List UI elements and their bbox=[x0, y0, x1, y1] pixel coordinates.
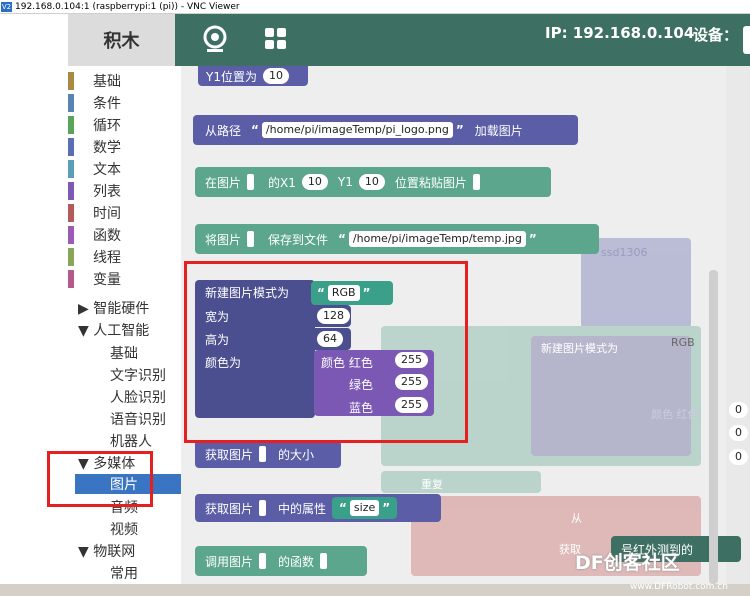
image-socket[interactable] bbox=[320, 553, 328, 569]
image-socket[interactable] bbox=[247, 231, 255, 247]
vnc-app-icon: V2 bbox=[1, 1, 12, 12]
top-navbar: IP: 192.168.0.104 设备： bbox=[175, 14, 750, 66]
image-socket[interactable] bbox=[259, 553, 267, 569]
tree-ai-ocr[interactable]: 文字识别 bbox=[110, 365, 166, 385]
ghost-new-mode: 新建图片模式为 bbox=[541, 342, 618, 355]
get-size-block[interactable]: 获取图片 的大小 bbox=[195, 440, 341, 468]
y1-value[interactable]: 10 bbox=[262, 68, 289, 84]
window-title: 192.168.0.104:1 (raspberrypi:1 (pi)) - V… bbox=[15, 1, 240, 12]
tree-ai[interactable]: ▼ 人工智能 bbox=[78, 320, 149, 340]
category-variable[interactable]: 变量 bbox=[68, 268, 121, 290]
watermark-brand: DF创客社区 bbox=[575, 552, 680, 574]
attr-field[interactable]: size bbox=[349, 500, 380, 516]
category-color-bar bbox=[68, 72, 74, 90]
tree-media-video[interactable]: 视频 bbox=[110, 519, 138, 539]
category-loop[interactable]: 循环 bbox=[68, 114, 121, 136]
image-socket[interactable] bbox=[472, 174, 480, 190]
category-condition[interactable]: 条件 bbox=[68, 92, 121, 114]
left-margin bbox=[0, 14, 68, 596]
tree-ai-face[interactable]: 人脸识别 bbox=[110, 387, 166, 407]
category-color-bar bbox=[68, 226, 74, 244]
tree-ai-speech[interactable]: 语音识别 bbox=[110, 409, 166, 429]
ghost-repeat-label: 重复 bbox=[421, 478, 443, 491]
category-panel: 基础 条件 循环 数学 文本 列表 时间 函数 线程 变量 ▶ 智能硬件 ▼ 人… bbox=[68, 66, 181, 596]
category-list[interactable]: 列表 bbox=[68, 180, 121, 202]
category-basic[interactable]: 基础 bbox=[68, 70, 121, 92]
ghost-color-red: 颜色 红色 bbox=[651, 408, 699, 421]
paste-x1-value[interactable]: 10 bbox=[301, 174, 328, 190]
highlight-new-image bbox=[184, 261, 468, 443]
load-image-block[interactable]: 从路径 “ /home/pi/imageTemp/pi_logo.png ” 加… bbox=[193, 115, 578, 145]
category-function[interactable]: 函数 bbox=[68, 224, 121, 246]
ghost-blue-value: 0 bbox=[729, 449, 748, 465]
save-image-block[interactable]: 将图片 保存到文件 “ /home/pi/imageTemp/temp.jpg … bbox=[195, 224, 599, 254]
blocks-title: 积木 bbox=[103, 31, 140, 52]
call-function-block[interactable]: 调用图片 的函数 bbox=[195, 546, 367, 576]
tree-ai-basic[interactable]: 基础 bbox=[110, 343, 138, 363]
category-color-bar bbox=[68, 94, 74, 112]
vertical-scrollbar[interactable] bbox=[709, 270, 718, 584]
category-color-bar bbox=[68, 138, 74, 156]
paste-y1-value[interactable]: 10 bbox=[358, 174, 385, 190]
ghost-ssd-label: ssd1306 bbox=[601, 246, 648, 259]
save-path-field[interactable]: /home/pi/imageTemp/temp.jpg bbox=[348, 231, 526, 247]
camera-icon[interactable] bbox=[200, 24, 230, 54]
category-thread[interactable]: 线程 bbox=[68, 246, 121, 268]
ghost-from: 从 bbox=[571, 512, 582, 525]
image-socket[interactable] bbox=[259, 446, 267, 462]
device-label: 设备： bbox=[693, 26, 739, 44]
blocks-category-header: 积木 bbox=[68, 14, 175, 66]
category-color-bar bbox=[68, 182, 74, 200]
ghost-repeat-block bbox=[381, 471, 541, 493]
category-color-bar bbox=[68, 204, 74, 222]
window-titlebar: V2 192.168.0.104:1 (raspberrypi:1 (pi)) … bbox=[0, 0, 750, 14]
tree-iot-common[interactable]: 常用 bbox=[110, 563, 138, 583]
highlight-media-image bbox=[47, 451, 153, 507]
category-color-bar bbox=[68, 248, 74, 266]
y1-block[interactable]: Y1位置为 10 bbox=[198, 66, 308, 86]
category-color-bar bbox=[68, 116, 74, 134]
load-path-field[interactable]: /home/pi/imageTemp/pi_logo.png bbox=[261, 122, 453, 138]
tree-smart-hardware[interactable]: ▶ 智能硬件 bbox=[78, 298, 149, 318]
image-socket[interactable] bbox=[259, 500, 267, 516]
image-socket[interactable] bbox=[247, 174, 255, 190]
ghost-green-value: 0 bbox=[729, 425, 748, 441]
category-time[interactable]: 时间 bbox=[68, 202, 121, 224]
ip-address: IP: 192.168.0.104 bbox=[545, 24, 695, 42]
ghost-red-value: 0 bbox=[729, 402, 748, 418]
attr-string-block[interactable]: “size” bbox=[332, 497, 398, 519]
tree-iot[interactable]: ▼ 物联网 bbox=[78, 541, 135, 561]
ghost-rgb: RGB bbox=[671, 336, 695, 349]
category-color-bar bbox=[68, 270, 74, 288]
device-select[interactable] bbox=[743, 26, 750, 54]
tree-ai-robot[interactable]: 机器人 bbox=[110, 431, 152, 451]
paste-image-block[interactable]: 在图片 的X1 10 Y1 10 位置粘贴图片 bbox=[195, 167, 551, 197]
category-math[interactable]: 数学 bbox=[68, 136, 121, 158]
get-attribute-block[interactable]: 获取图片 中的属性 “size” bbox=[195, 494, 441, 522]
category-text[interactable]: 文本 bbox=[68, 158, 121, 180]
watermark-url: www.DFRobot.com.cn bbox=[630, 582, 728, 592]
grid-icon[interactable] bbox=[261, 24, 291, 54]
category-color-bar bbox=[68, 160, 74, 178]
